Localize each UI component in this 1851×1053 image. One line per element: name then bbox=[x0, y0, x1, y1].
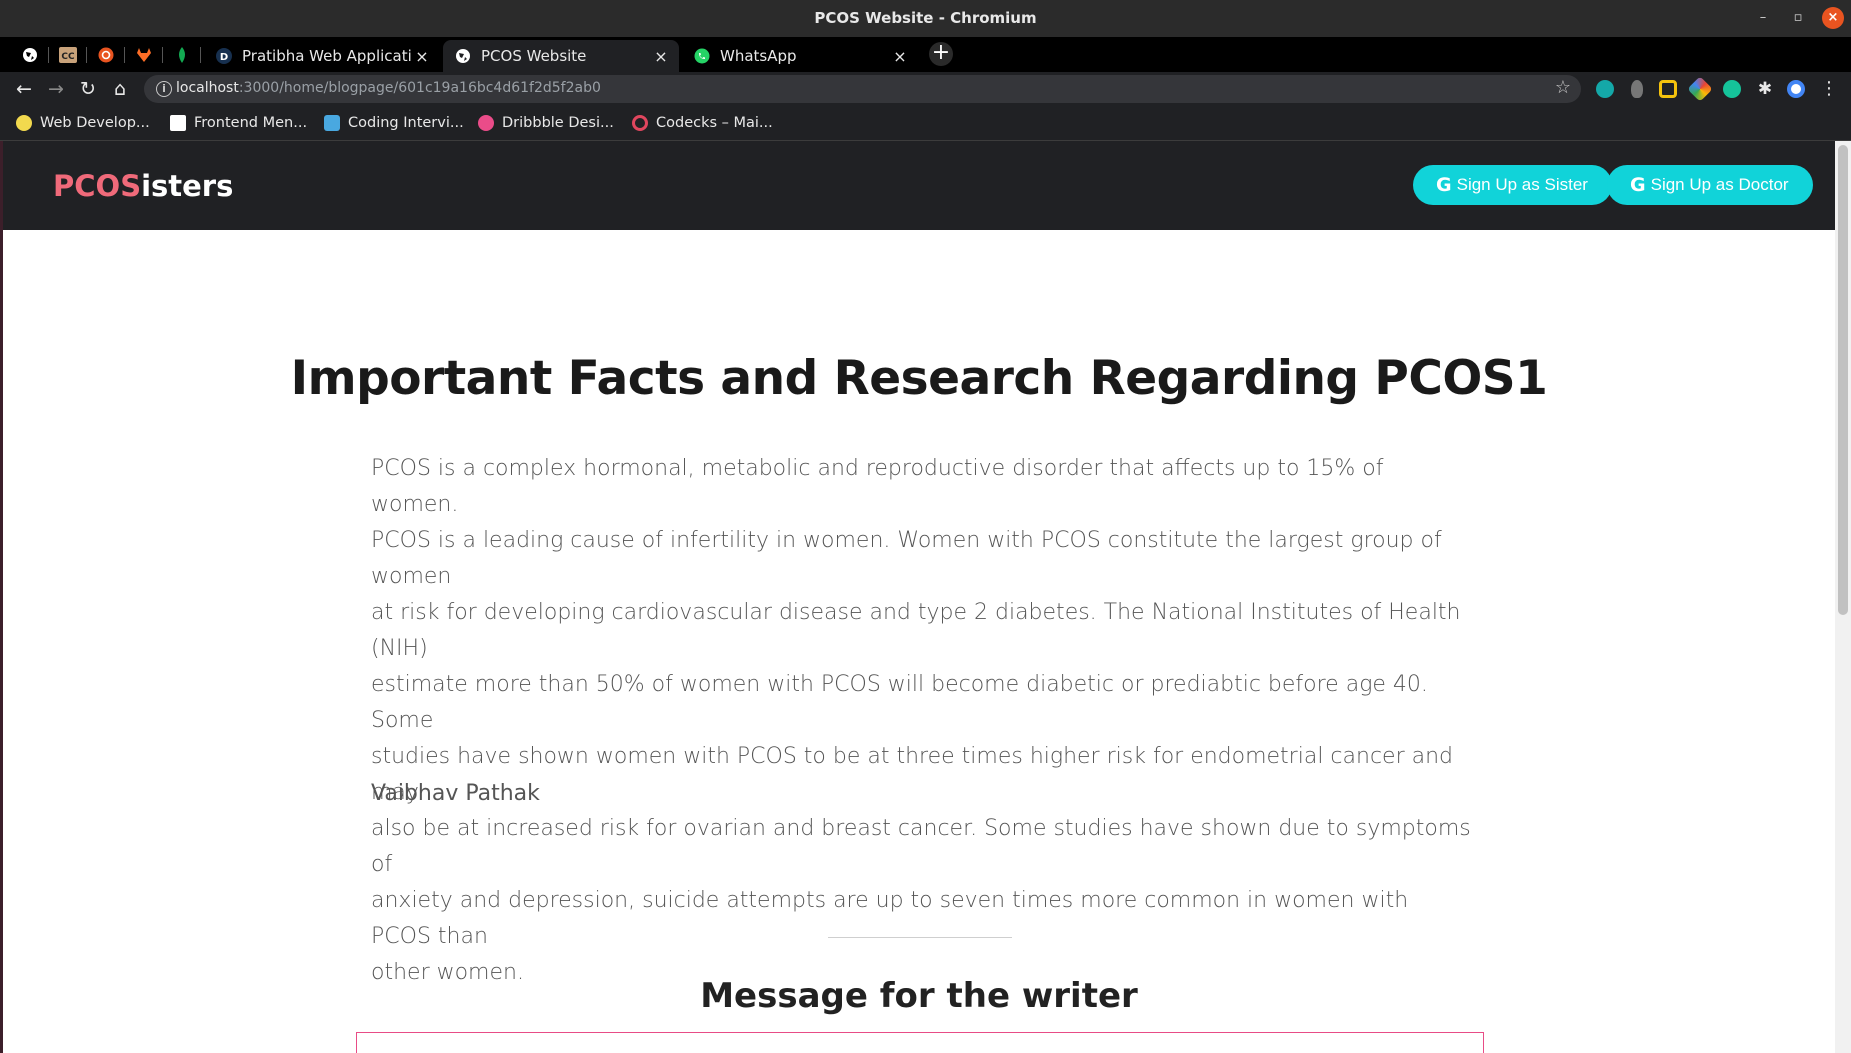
svg-text:CC: CC bbox=[61, 52, 75, 62]
kebab-menu-icon[interactable]: ⋮ bbox=[1817, 77, 1841, 101]
message-heading: Message for the writer bbox=[700, 976, 1138, 1016]
bookmark-frontend-men[interactable]: Frontend Men... bbox=[170, 112, 307, 134]
page-scrollbar[interactable] bbox=[1835, 141, 1851, 1053]
signup-doctor-button[interactable]: G Sign Up as Doctor bbox=[1607, 165, 1813, 205]
layers-icon bbox=[324, 115, 340, 131]
tab-label: WhatsApp bbox=[720, 47, 797, 65]
pinned-tab-gitlab[interactable] bbox=[133, 44, 155, 66]
window-titlebar: PCOS Website - Chromium – ▫ × bbox=[0, 0, 1851, 37]
page-viewport: PCOSisters G Sign Up as Sister G Sign Up… bbox=[3, 141, 1835, 1053]
address-bar[interactable]: i localhost:3000/home/blogpage/601c19a16… bbox=[144, 75, 1581, 103]
pinned-tab-mongodb[interactable] bbox=[171, 44, 193, 66]
globe-icon bbox=[455, 48, 471, 64]
article-line: at risk for developing cardiovascular di… bbox=[371, 600, 1461, 661]
ubuntu-icon bbox=[98, 47, 114, 63]
bookmark-codecks[interactable]: Codecks – Mai... bbox=[632, 112, 773, 134]
section-divider bbox=[828, 937, 1012, 938]
article-line: also be at increased risk for ovarian an… bbox=[371, 816, 1471, 877]
back-arrow-icon[interactable]: ← bbox=[12, 77, 36, 101]
google-icon: G bbox=[1630, 174, 1646, 196]
tab-strip: CC D Pratibha Web Application × PCOS Web… bbox=[0, 37, 1851, 72]
leaf-icon bbox=[179, 47, 185, 63]
article-line: anxiety and depression, suicide attempts… bbox=[371, 888, 1409, 949]
signup-sister-button[interactable]: G Sign Up as Sister bbox=[1413, 165, 1612, 205]
site-info-icon[interactable]: i bbox=[156, 81, 172, 97]
bookmark-web-develop[interactable]: Web Develop... bbox=[16, 112, 150, 134]
extension-teal-icon[interactable] bbox=[1596, 80, 1614, 98]
article-line: PCOS is a complex hormonal, metabolic an… bbox=[371, 456, 1384, 517]
url-text[interactable]: localhost:3000/home/blogpage/601c19a16bc… bbox=[176, 80, 601, 96]
extension-mouse-icon[interactable] bbox=[1631, 80, 1643, 98]
forward-arrow-icon[interactable]: → bbox=[44, 77, 68, 101]
bookmark-favicon-icon bbox=[16, 115, 32, 131]
article-author: Vaibhav Pathak bbox=[371, 781, 540, 806]
bookmark-star-icon[interactable]: ☆ bbox=[1555, 77, 1571, 98]
reload-icon[interactable]: ↻ bbox=[76, 77, 100, 101]
dev-icon: D bbox=[216, 48, 232, 64]
new-tab-button[interactable]: + bbox=[929, 42, 953, 66]
gitlab-icon bbox=[137, 48, 151, 62]
tab-pratibha[interactable]: D Pratibha Web Application × bbox=[204, 40, 440, 72]
close-tab-icon[interactable]: × bbox=[651, 47, 671, 66]
bookmarks-bar: Web Develop... Frontend Men... Coding In… bbox=[0, 106, 1851, 141]
bookmark-favicon-icon bbox=[170, 115, 186, 131]
article-line: estimate more than 50% of women with PCO… bbox=[371, 672, 1428, 733]
extensions-puzzle-icon[interactable]: ✱ bbox=[1753, 77, 1777, 101]
grammarly-icon[interactable] bbox=[1723, 80, 1741, 98]
scrollbar-thumb[interactable] bbox=[1838, 145, 1848, 615]
article-title: Important Facts and Research Regarding P… bbox=[290, 351, 1548, 406]
article-line: PCOS is a leading cause of infertility i… bbox=[371, 528, 1442, 589]
tab-whatsapp[interactable]: WhatsApp × bbox=[682, 40, 918, 72]
tab-pcos-website[interactable]: PCOS Website × bbox=[443, 40, 679, 72]
globe-icon bbox=[23, 48, 37, 62]
close-tab-icon[interactable]: × bbox=[890, 47, 910, 66]
pinned-tab-chrome[interactable] bbox=[19, 44, 41, 66]
home-icon[interactable]: ⌂ bbox=[108, 77, 132, 101]
site-navbar: PCOSisters G Sign Up as Sister G Sign Up… bbox=[3, 141, 1835, 230]
cc-icon: CC bbox=[59, 47, 77, 63]
article-body: PCOS is a complex hormonal, metabolic an… bbox=[371, 451, 1475, 991]
pinned-tab-ubuntu[interactable] bbox=[95, 44, 117, 66]
extension-yellow-icon[interactable] bbox=[1659, 80, 1677, 98]
close-window-icon[interactable]: × bbox=[1822, 7, 1844, 29]
extension-colorful-icon[interactable] bbox=[1687, 76, 1713, 102]
browser-toolbar: ← → ↻ ⌂ i localhost:3000/home/blogpage/6… bbox=[0, 72, 1851, 106]
message-input-box[interactable] bbox=[356, 1032, 1484, 1053]
codecks-icon bbox=[632, 115, 648, 131]
google-icon: G bbox=[1436, 174, 1452, 196]
whatsapp-icon bbox=[694, 48, 710, 64]
window-title: PCOS Website - Chromium bbox=[814, 9, 1037, 27]
tab-label: Pratibha Web Application bbox=[242, 47, 412, 65]
svg-text:D: D bbox=[220, 52, 228, 63]
dribbble-icon bbox=[478, 115, 494, 131]
minimize-icon[interactable]: – bbox=[1752, 7, 1774, 29]
pinned-tab-cc[interactable]: CC bbox=[57, 44, 79, 66]
restore-icon[interactable]: ▫ bbox=[1787, 7, 1809, 29]
site-logo[interactable]: PCOSisters bbox=[53, 169, 233, 203]
bookmark-coding-intervi[interactable]: Coding Intervi... bbox=[324, 112, 464, 134]
profile-avatar[interactable] bbox=[1787, 80, 1805, 98]
close-tab-icon[interactable]: × bbox=[412, 47, 432, 66]
tab-label: PCOS Website bbox=[481, 47, 587, 65]
bookmark-dribbble-desi[interactable]: Dribbble Desi... bbox=[478, 112, 614, 134]
